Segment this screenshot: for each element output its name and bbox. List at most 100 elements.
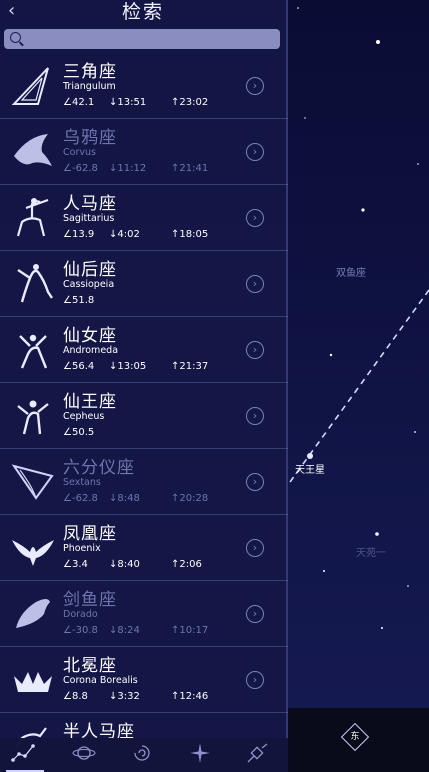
planet-icon[interactable] <box>70 742 98 768</box>
set-arrow-icon: ↓ <box>109 625 118 636</box>
constellation-stats: ∠ -30.8 ↓ 8:24 ↑ 10:17 <box>63 625 208 636</box>
cepheus-icon <box>8 390 58 440</box>
constellation-latin-name: Dorado <box>63 609 98 620</box>
set-time: ↓ 8:40 <box>109 559 171 570</box>
altitude-icon: ∠ <box>63 691 72 702</box>
chevron-right-icon[interactable]: › <box>246 77 264 95</box>
constellation-latin-name: Sagittarius <box>63 213 115 224</box>
altitude-value: ∠ -62.8 <box>63 163 109 174</box>
altitude-value: ∠ -62.8 <box>63 493 109 504</box>
set-time: ↓ 13:05 <box>109 361 171 372</box>
set-time: ↓ 3:32 <box>109 691 171 702</box>
constellation-list[interactable]: 三角座 Triangulum ∠ 42.1 ↓ 13:51 ↑ 23:02 › 乌鸦座 Cor… <box>0 53 288 753</box>
galaxy-icon[interactable] <box>128 742 156 768</box>
set-arrow-icon: ↓ <box>109 361 118 372</box>
set-time: ↓ 11:12 <box>109 163 171 174</box>
set-arrow-icon: ↓ <box>109 559 118 570</box>
constellation-name: 仙王座 <box>63 392 117 412</box>
uranus-label[interactable]: 天王星 <box>295 461 325 476</box>
chevron-right-icon[interactable]: › <box>246 539 264 557</box>
search-input[interactable] <box>4 29 280 49</box>
rise-arrow-icon: ↑ <box>171 493 180 504</box>
altitude-icon: ∠ <box>63 97 72 108</box>
constellation-latin-name: Cepheus <box>63 411 105 422</box>
constellation-row[interactable]: 六分仪座 Sextans ∠ -62.8 ↓ 8:48 ↑ 20:28 › <box>0 449 288 515</box>
sextans-icon <box>8 456 58 506</box>
chevron-right-icon[interactable]: › <box>246 671 264 689</box>
rise-arrow-icon: ↑ <box>171 559 180 570</box>
set-time-text: 4:02 <box>117 229 140 240</box>
triangulum-icon <box>8 60 58 110</box>
chevron-right-icon[interactable]: › <box>246 341 264 359</box>
altitude-icon: ∠ <box>63 427 72 438</box>
altitude-icon: ∠ <box>63 559 72 570</box>
constellation-stats: ∠ 51.8 <box>63 295 109 306</box>
altitude-value: ∠ 50.5 <box>63 427 109 438</box>
rise-time-text: 23:02 <box>179 97 209 108</box>
altitude-value: ∠ 3.4 <box>63 559 109 570</box>
altitude-icon: ∠ <box>63 493 72 504</box>
altitude-value: ∠ 51.8 <box>63 295 109 306</box>
altitude-icon: ∠ <box>63 229 72 240</box>
altitude-text: 8.8 <box>71 691 88 702</box>
constellation-name: 六分仪座 <box>63 458 135 478</box>
constellation-stats: ∠ 56.4 ↓ 13:05 ↑ 21:37 <box>63 361 208 372</box>
set-arrow-icon: ↓ <box>109 229 118 240</box>
constellation-name: 乌鸦座 <box>63 128 117 148</box>
altitude-value: ∠ 42.1 <box>63 97 109 108</box>
set-arrow-icon: ↓ <box>109 493 118 504</box>
set-time-text: 8:40 <box>117 559 140 570</box>
phoenix-icon <box>8 522 58 572</box>
rise-arrow-icon: ↑ <box>171 691 180 702</box>
constellation-row[interactable]: 仙王座 Cepheus ∠ 50.5 › <box>0 383 288 449</box>
chevron-right-icon[interactable]: › <box>246 605 264 623</box>
constellation-row[interactable]: 凤凰座 Phoenix ∠ 3.4 ↓ 8:40 ↑ 2:06 › <box>0 515 288 581</box>
constellation-latin-name: Triangulum <box>63 81 116 92</box>
satellite-icon[interactable] <box>244 742 272 768</box>
rise-time-text: 10:17 <box>179 625 209 636</box>
rise-time: ↑ 21:41 <box>171 163 208 174</box>
constellation-lines-icon[interactable] <box>10 742 38 768</box>
constellation-row[interactable]: 北冕座 Corona Borealis ∠ 8.8 ↓ 3:32 ↑ 12:46 › <box>0 647 288 713</box>
set-time: ↓ 13:51 <box>109 97 171 108</box>
set-arrow-icon: ↓ <box>109 97 118 108</box>
altitude-text: 51.8 <box>71 295 95 306</box>
constellation-latin-name: Sextans <box>63 477 101 488</box>
set-time-text: 8:48 <box>117 493 140 504</box>
rise-time-text: 12:46 <box>179 691 209 702</box>
set-time-text: 8:24 <box>117 625 140 636</box>
constellation-row[interactable]: 剑鱼座 Dorado ∠ -30.8 ↓ 8:24 ↑ 10:17 › <box>0 581 288 647</box>
altitude-text: 42.1 <box>71 97 95 108</box>
set-time: ↓ 8:24 <box>109 625 171 636</box>
constellation-row[interactable]: 仙女座 Andromeda ∠ 56.4 ↓ 13:05 ↑ 21:37 › <box>0 317 288 383</box>
altitude-icon: ∠ <box>63 625 72 636</box>
page-title: 检索 <box>121 1 164 23</box>
chevron-right-icon[interactable]: › <box>246 473 264 491</box>
constellation-stats: ∠ -62.8 ↓ 11:12 ↑ 21:41 <box>63 163 208 174</box>
star-icon[interactable] <box>186 742 214 768</box>
constellation-name: 三角座 <box>63 62 117 82</box>
constellation-row[interactable]: 三角座 Triangulum ∠ 42.1 ↓ 13:51 ↑ 23:02 › <box>0 53 288 119</box>
constellation-name: 北冕座 <box>63 656 117 676</box>
constellation-row[interactable]: 乌鸦座 Corvus ∠ -62.8 ↓ 11:12 ↑ 21:41 › <box>0 119 288 185</box>
constellation-row[interactable]: 仙后座 Cassiopeia ∠ 51.8 › <box>0 251 288 317</box>
constellation-name: 人马座 <box>63 194 117 214</box>
constellation-latin-name: Corvus <box>63 147 96 158</box>
chevron-right-icon[interactable]: › <box>246 407 264 425</box>
set-arrow-icon: ↓ <box>109 163 118 174</box>
constellation-search-panel: ‹ 检索 三角座 Triangulum ∠ 42.1 ↓ 13:51 ↑ 23:02 › 乌… <box>0 0 288 772</box>
chevron-right-icon[interactable]: › <box>246 143 264 161</box>
constellation-latin-name: Corona Borealis <box>63 675 138 686</box>
panel-header: ‹ 检索 <box>0 0 286 26</box>
corvus-icon <box>8 126 58 176</box>
chevron-right-icon[interactable]: › <box>246 209 264 227</box>
constellation-row[interactable]: 人马座 Sagittarius ∠ 13.9 ↓ 4:02 ↑ 18:05 › <box>0 185 288 251</box>
bottom-nav <box>0 738 288 772</box>
altitude-text: 13.9 <box>71 229 95 240</box>
altitude-text: 50.5 <box>71 427 95 438</box>
rise-time: ↑ 2:06 <box>171 559 202 570</box>
rise-time: ↑ 10:17 <box>171 625 208 636</box>
set-time: ↓ 4:02 <box>109 229 171 240</box>
chevron-right-icon[interactable]: › <box>246 275 264 293</box>
rise-time-text: 20:28 <box>179 493 209 504</box>
